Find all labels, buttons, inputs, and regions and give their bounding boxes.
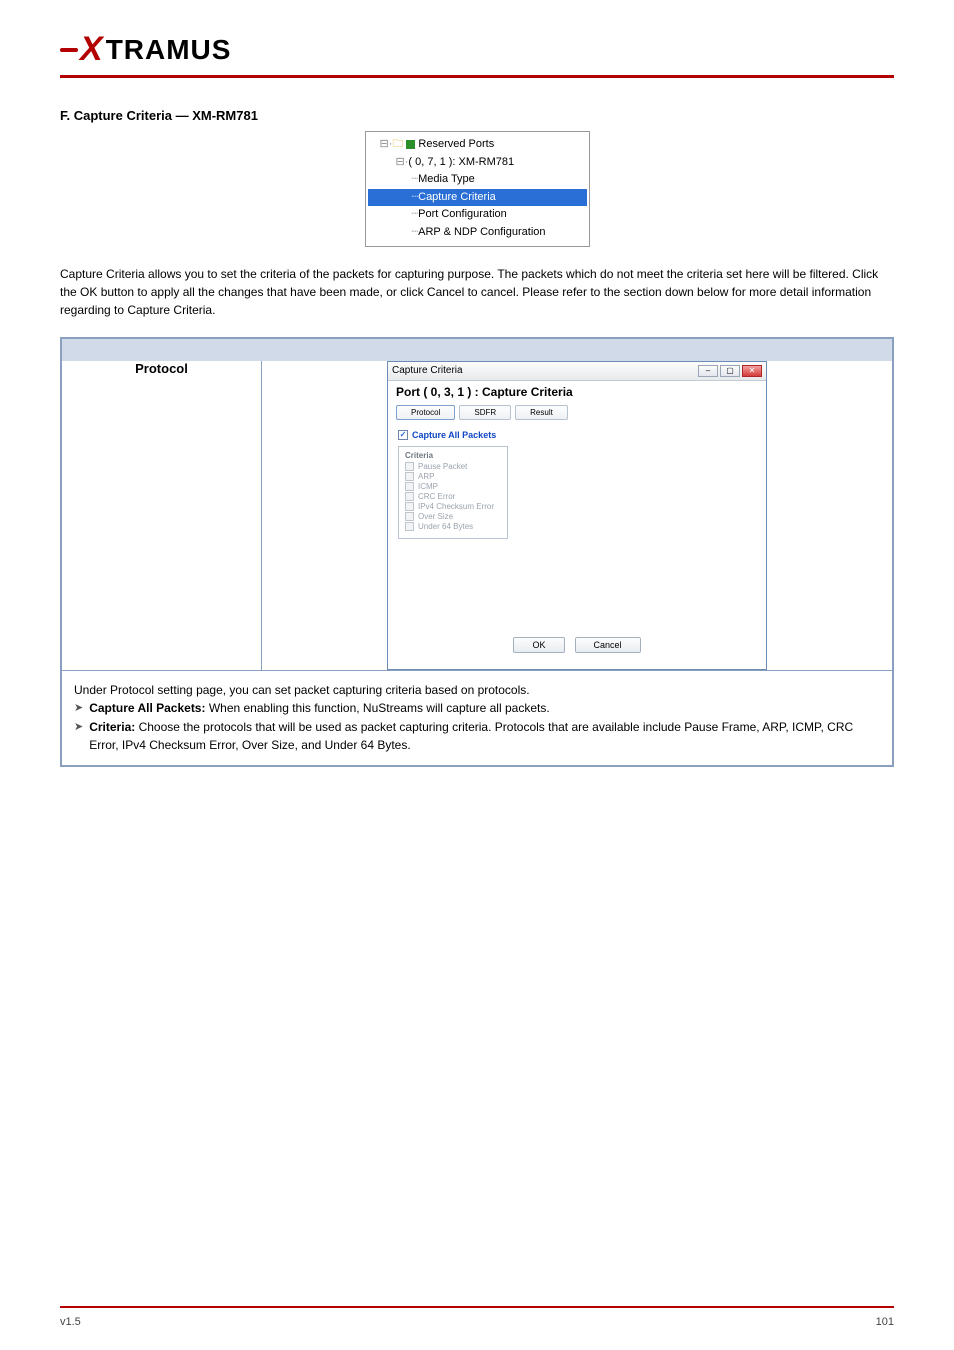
tree-node-arp-ndp[interactable]: ┈ARP & NDP Configuration [368,224,587,242]
tree-label: ARP & NDP Configuration [418,224,545,242]
dialog-titlebar: Capture Criteria – ▢ ✕ [388,362,766,381]
protocol-description: Under Protocol setting page, you can set… [74,681,880,700]
cancel-button[interactable]: Cancel [575,637,641,653]
criteria-option[interactable]: Under 64 Bytes [405,522,501,531]
table-header-blank [62,339,892,361]
brand-logo: XTRAMUS [60,30,894,69]
tree-label: Media Type [418,171,475,189]
bullet-criteria: ➤ Criteria: Choose the protocols that wi… [74,718,880,755]
footer-right: 101 [876,1316,894,1328]
logo-text: TRAMUS [106,34,232,66]
criteria-label: ARP [418,472,434,481]
page-footer: v1.5 101 [60,1316,894,1328]
criteria-option[interactable]: Over Size [405,512,501,521]
tree-node-module[interactable]: ⊟·( 0, 7, 1 ): XM-RM781 [368,154,587,172]
criteria-label: Over Size [418,512,453,521]
criteria-option[interactable]: CRC Error [405,492,501,501]
tree-node-capture-criteria[interactable]: ┈Capture Criteria [368,189,587,207]
criteria-fieldset: Criteria Pause Packet ARP ICMP CRC Error… [398,446,508,539]
row-label-protocol: Protocol [62,361,262,670]
logo-dash [60,48,78,52]
footer-divider [60,1306,894,1308]
dialog-title: Capture Criteria [392,365,463,376]
tree-label: Capture Criteria [418,191,496,203]
criteria-option[interactable]: ARP [405,472,501,481]
tree-label: Reserved Ports [418,136,494,154]
dialog-subtitle: Port ( 0, 3, 1 ) : Capture Criteria [388,381,766,403]
status-icon [406,140,415,149]
tab-sdfr[interactable]: SDFR [459,405,511,420]
bullet-icon: ➤ [74,700,83,717]
intro-text: Capture Criteria allows you to set the c… [60,267,878,317]
bullet-title: Criteria: [89,720,135,734]
button-label: Cancel [594,640,622,650]
tree-node-media-type[interactable]: ┈Media Type [368,171,587,189]
checkbox-icon: ✓ [398,430,408,440]
button-label: OK [532,640,545,650]
section-title: F. Capture Criteria — XM-RM781 [60,108,894,123]
nav-tree: ⊟·🗀Reserved Ports ⊟·( 0, 7, 1 ): XM-RM78… [365,131,590,247]
criteria-table: Protocol Capture Criteria – ▢ ✕ Port ( 0… [60,337,894,767]
criteria-label: IPv4 Checksum Error [418,502,494,511]
capture-criteria-dialog: Capture Criteria – ▢ ✕ Port ( 0, 3, 1 ) … [387,361,767,670]
intro-paragraph: Capture Criteria allows you to set the c… [60,265,894,319]
criteria-label: Pause Packet [418,462,467,471]
window-maximize-button[interactable]: ▢ [720,365,740,377]
criteria-label: ICMP [418,482,438,491]
bullet-text: Choose the protocols that will be used a… [89,720,853,753]
dialog-tabs: Protocol SDFR Result [388,405,766,420]
fieldset-legend: Criteria [405,451,501,460]
criteria-label: Under 64 Bytes [418,522,473,531]
criteria-label: CRC Error [418,492,455,501]
bullet-icon: ➤ [74,719,83,736]
tree-label: Port Configuration [418,206,507,224]
capture-all-checkbox[interactable]: ✓ Capture All Packets [398,430,756,440]
tree-label: ( 0, 7, 1 ): XM-RM781 [408,154,514,172]
tab-label: Protocol [411,408,440,417]
bullet-text: When enabling this function, NuStreams w… [209,701,550,715]
header-divider [60,75,894,78]
folder-icon: 🗀 [392,136,403,154]
window-close-button[interactable]: ✕ [742,365,762,377]
tab-protocol[interactable]: Protocol [396,405,455,420]
ok-button[interactable]: OK [513,637,564,653]
criteria-option[interactable]: IPv4 Checksum Error [405,502,501,511]
tree-node-reserved-ports[interactable]: ⊟·🗀Reserved Ports [368,136,587,154]
tab-result[interactable]: Result [515,405,568,420]
tab-label: SDFR [474,408,496,417]
bullet-capture-all: ➤ Capture All Packets: When enabling thi… [74,699,880,718]
criteria-option[interactable]: ICMP [405,482,501,491]
tab-label: Result [530,408,553,417]
bullet-title: Capture All Packets: [89,701,205,715]
footer-left: v1.5 [60,1316,81,1328]
tree-node-port-configuration[interactable]: ┈Port Configuration [368,206,587,224]
window-minimize-button[interactable]: – [698,365,718,377]
capture-all-label: Capture All Packets [412,430,496,440]
logo-x: X [80,30,104,69]
criteria-option[interactable]: Pause Packet [405,462,501,471]
